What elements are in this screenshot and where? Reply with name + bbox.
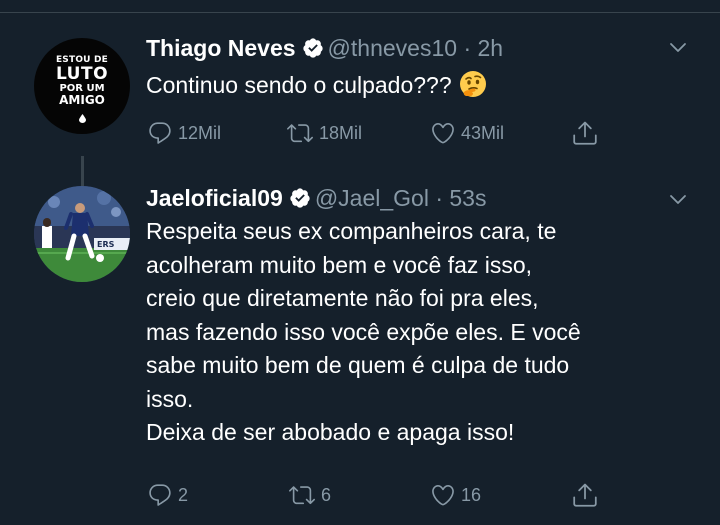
avatar-mourning-text: ESTOU DE LUTO POR UM AMIGO <box>54 56 110 107</box>
tweet-actions: 12Mil 18Mil 43Mil <box>146 118 616 148</box>
display-name[interactable]: Thiago Neves <box>146 35 296 61</box>
like-count: 16 <box>461 484 482 505</box>
verified-badge-icon <box>302 38 323 58</box>
verified-badge-icon <box>290 188 310 208</box>
like-count: 43Mil <box>461 122 505 143</box>
tweet-text-line: Deixa de ser abobado e apaga isso! <box>146 419 515 445</box>
reply-count: 12Mil <box>178 122 222 143</box>
tweet-text-line: Respeita seus ex companheiros cara, te <box>146 218 557 244</box>
tweet-text-content: Continuo sendo o culpado??? <box>146 72 452 98</box>
teardrop-icon <box>79 114 86 123</box>
tweet-jaeloficial09[interactable]: ERS Jaeloficial09 @Jael_Gol · 53s Respeit… <box>0 172 720 525</box>
reply-icon <box>149 484 171 506</box>
retweet-count: 18Mil <box>319 122 363 143</box>
tweet-header: Jaeloficial09 @Jael_Gol · 53s <box>146 184 486 212</box>
share-icon <box>573 121 597 145</box>
share-button[interactable] <box>571 118 603 148</box>
retweet-icon <box>289 486 315 505</box>
tweet-header: Thiago Neves @thneves10 · 2h <box>146 34 503 62</box>
share-button[interactable] <box>571 480 603 510</box>
chevron-down-icon[interactable] <box>668 38 688 58</box>
reply-button[interactable]: 12Mil <box>146 118 221 148</box>
chevron-down-icon[interactable] <box>668 190 688 210</box>
svg-text:ERS: ERS <box>97 240 115 249</box>
tweet-text-line: Continuo sendo o culpado??? <box>146 69 686 103</box>
display-name[interactable]: Jaeloficial09 <box>146 185 283 211</box>
tweet-text-line: creio que diretamente não foi pra eles, <box>146 285 539 311</box>
retweet-button[interactable]: 6 <box>287 480 331 510</box>
avatar-photo: ERS <box>34 186 130 282</box>
tweet-text-line: isso. <box>146 385 194 412</box>
top-divider <box>0 12 720 13</box>
tweet-text-line: mas fazendo isso você expõe eles. E você <box>146 318 581 345</box>
retweet-icon <box>287 124 313 143</box>
tweet-text: Respeita seus ex companheiros cara, te a… <box>146 215 686 450</box>
thinking-face-emoji-icon <box>459 71 486 97</box>
separator-dot: · <box>463 35 472 61</box>
separator-dot: · <box>435 185 443 211</box>
like-button[interactable]: 16 <box>429 480 481 510</box>
avatar-text-line-4: AMIGO <box>59 93 105 107</box>
tweet-actions: 2 6 16 <box>146 480 616 510</box>
reply-icon <box>149 122 171 144</box>
share-icon <box>573 483 597 507</box>
timestamp[interactable]: 2h <box>478 35 504 61</box>
heart-icon <box>432 122 454 144</box>
tweet-text-line: sabe muito bem de quem é culpa de tudo <box>146 352 570 378</box>
handle[interactable]: @Jael_Gol <box>315 185 429 211</box>
reply-count: 2 <box>178 484 189 505</box>
reply-button[interactable]: 2 <box>146 480 188 510</box>
handle[interactable]: @thneves10 <box>328 35 458 61</box>
avatar[interactable]: ERS <box>34 186 130 282</box>
retweet-button[interactable]: 18Mil <box>285 118 362 148</box>
heart-icon <box>432 484 454 506</box>
avatar[interactable]: ESTOU DE LUTO POR UM AMIGO <box>34 38 130 134</box>
tweet-text-line: acolheram muito bem e você faz isso, <box>146 251 533 278</box>
tweet-text: Continuo sendo o culpado??? <box>146 69 686 103</box>
tweet-thiago-neves[interactable]: ESTOU DE LUTO POR UM AMIGO Thiago Neves @… <box>0 22 720 204</box>
avatar-text-line-2: LUTO <box>55 64 109 84</box>
timestamp[interactable]: 53s <box>449 185 486 211</box>
retweet-count: 6 <box>321 484 332 505</box>
like-button[interactable]: 43Mil <box>429 118 504 148</box>
